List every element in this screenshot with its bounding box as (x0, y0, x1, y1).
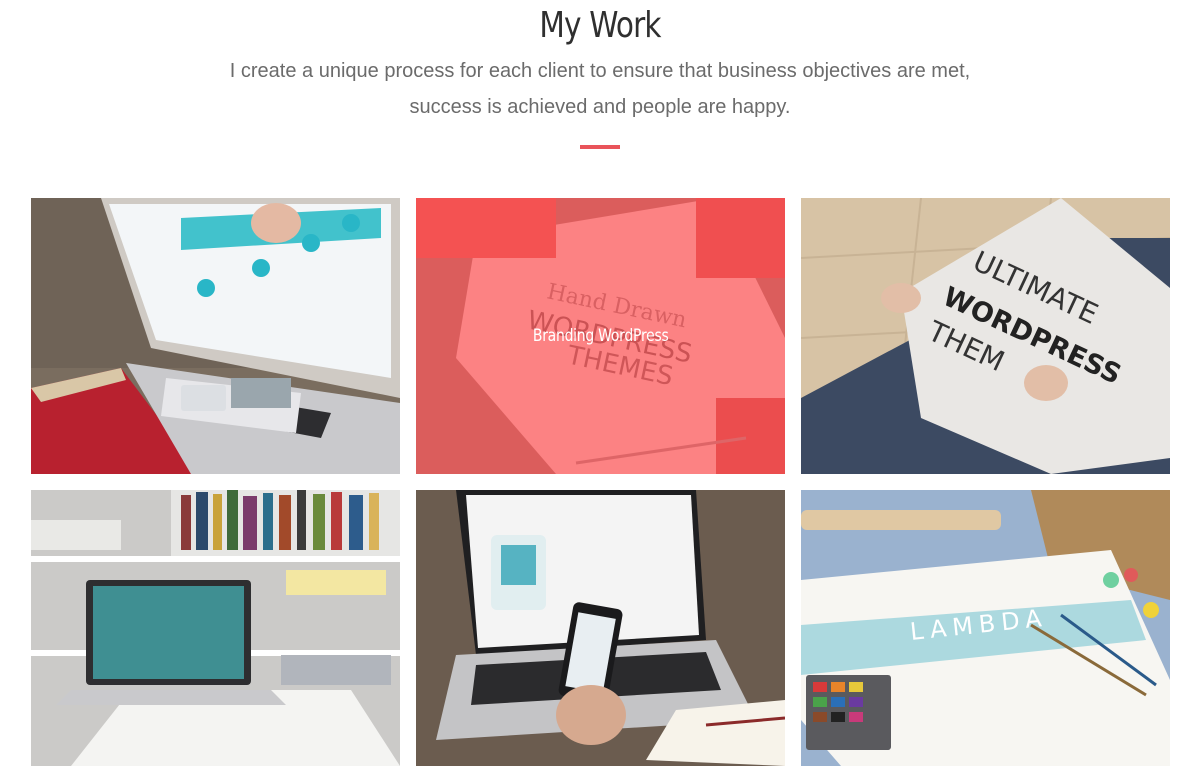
laptop-phone-photo (31, 198, 400, 474)
portfolio-item-5[interactable] (416, 490, 785, 766)
portfolio-item-3[interactable]: ULTIMATE WORDPRESS THEM (801, 198, 1170, 474)
title-divider (580, 145, 620, 149)
subtitle-line-2: success is achieved and people are happy… (409, 96, 791, 118)
laptop-notebook-photo (416, 490, 785, 766)
portfolio-item-6[interactable]: LAMBDA (801, 490, 1170, 766)
subtitle-line-1: I create a unique process for each clien… (229, 60, 971, 82)
portfolio-item-2[interactable]: Hand Drawn WORDPRESS THEMES Branding Wor… (416, 198, 785, 474)
laptop-bookshelf-photo (31, 490, 400, 766)
drawing-board-photo: ULTIMATE WORDPRESS THEM (801, 198, 1170, 474)
section-title: My Work (539, 5, 661, 46)
hover-overlay[interactable]: Branding WordPress (416, 198, 785, 474)
watercolor-paper-photo: LAMBDA (801, 490, 1170, 766)
section-subtitle: I create a unique process for each clien… (200, 53, 1000, 125)
portfolio-item-1[interactable] (31, 198, 400, 474)
portfolio-item-title: Branding WordPress (532, 326, 669, 346)
portfolio-item-4[interactable] (31, 490, 400, 766)
